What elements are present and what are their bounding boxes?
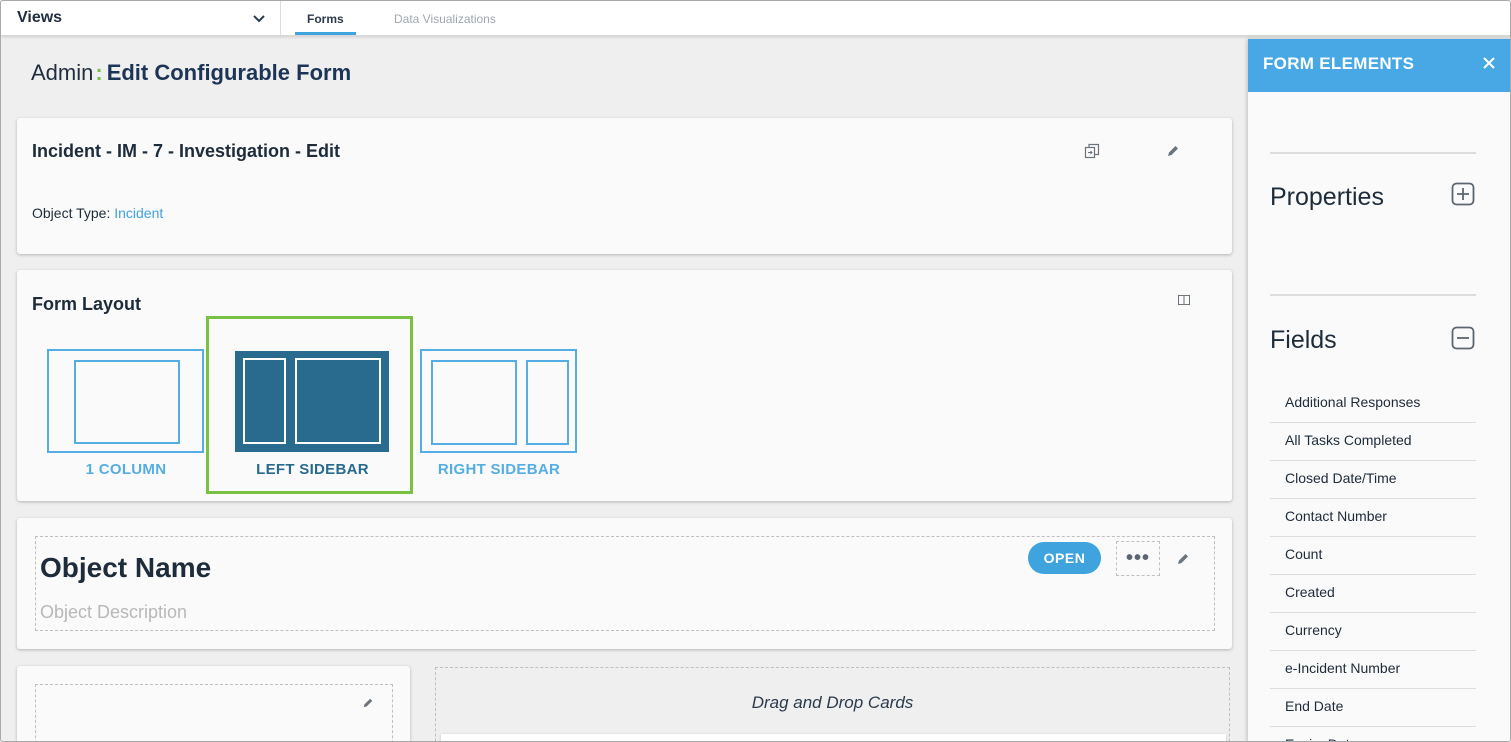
sidebar-box xyxy=(243,358,286,444)
form-info-card: Incident - IM - 7 - Investigation - Edit… xyxy=(17,118,1232,254)
layout-option-left-sidebar[interactable]: LEFT SIDEBAR xyxy=(235,351,390,491)
tab-data-visualizations[interactable]: Data Visualizations xyxy=(394,12,496,26)
divider xyxy=(1270,294,1476,296)
sidebar-card xyxy=(17,666,410,741)
main-column-box xyxy=(431,360,517,445)
layout-icon[interactable] xyxy=(1178,294,1190,306)
breadcrumb-admin[interactable]: Admin xyxy=(31,60,93,85)
views-dropdown[interactable]: Views xyxy=(1,1,281,36)
field-item[interactable]: Currency xyxy=(1270,613,1476,651)
field-list: Additional Responses All Tasks Completed… xyxy=(1270,385,1476,741)
views-label: Views xyxy=(17,9,63,26)
field-item[interactable]: Count xyxy=(1270,537,1476,575)
field-item[interactable]: Additional Responses xyxy=(1270,385,1476,423)
top-bar: Views Forms Data Visualizations xyxy=(1,1,1510,36)
object-type: Object Type: Incident xyxy=(32,205,163,221)
object-type-link[interactable]: Incident xyxy=(114,205,163,221)
field-item[interactable]: Contact Number xyxy=(1270,499,1476,537)
sidebar-drop-container xyxy=(35,684,393,741)
object-header-container: Object Name Object Description OPEN ••• xyxy=(35,536,1215,631)
page-heading: Edit Configurable Form xyxy=(106,60,352,85)
layout-option-right-sidebar[interactable]: RIGHT SIDEBAR xyxy=(420,349,578,489)
panel-title: FORM ELEMENTS xyxy=(1263,54,1415,73)
object-header-card: Object Name Object Description OPEN ••• xyxy=(17,518,1232,649)
more-options-button[interactable]: ••• xyxy=(1116,541,1160,576)
field-item[interactable]: Closed Date/Time xyxy=(1270,461,1476,499)
page-title: Admin: Edit Configurable Form xyxy=(31,60,351,86)
breadcrumb-separator: : xyxy=(95,60,103,85)
more-icon: ••• xyxy=(1125,547,1150,569)
main-column-box xyxy=(295,358,381,444)
field-item[interactable]: All Tasks Completed xyxy=(1270,423,1476,461)
layout-option-label: RIGHT SIDEBAR xyxy=(437,461,561,478)
expand-plus-icon[interactable] xyxy=(1451,182,1475,206)
active-tab-indicator xyxy=(295,32,356,35)
object-description: Object Description xyxy=(40,602,188,622)
fields-section-title[interactable]: Fields xyxy=(1270,326,1337,355)
panel-header: FORM ELEMENTS xyxy=(1248,39,1510,92)
collapse-minus-icon[interactable] xyxy=(1451,326,1475,350)
app-window: Views Forms Data Visualizations Admin: Ed… xyxy=(0,0,1511,742)
dropped-card[interactable] xyxy=(441,734,1226,741)
tab-forms[interactable]: Forms xyxy=(307,12,344,26)
edit-pencil-icon[interactable] xyxy=(1176,552,1190,566)
object-type-label: Object Type: xyxy=(32,205,111,221)
copy-icon[interactable] xyxy=(1084,143,1100,159)
close-icon[interactable] xyxy=(1481,55,1497,71)
layout-1-column-preview xyxy=(47,349,204,453)
form-elements-panel: FORM ELEMENTS Properties Fields Addition… xyxy=(1248,39,1510,741)
form-layout-title: Form Layout xyxy=(32,294,142,314)
edit-pencil-icon[interactable] xyxy=(362,697,374,709)
drop-zone-label: Drag and Drop Cards xyxy=(751,693,914,712)
column-box xyxy=(74,360,180,444)
layout-left-sidebar-preview xyxy=(235,351,389,452)
field-item[interactable]: Created xyxy=(1270,575,1476,613)
edit-pencil-icon[interactable] xyxy=(1166,144,1180,158)
chevron-down-icon xyxy=(253,15,265,23)
open-status-button[interactable]: OPEN xyxy=(1028,542,1101,574)
layout-option-1-column[interactable]: 1 COLUMN xyxy=(47,349,205,489)
layout-option-label: LEFT SIDEBAR xyxy=(256,461,369,478)
sidebar-box xyxy=(526,360,569,445)
layout-right-sidebar-preview xyxy=(420,349,577,453)
object-name: Object Name xyxy=(40,552,212,583)
field-item[interactable]: Expiry Date xyxy=(1270,727,1476,741)
properties-section-title[interactable]: Properties xyxy=(1270,183,1384,212)
divider xyxy=(1270,152,1476,154)
form-title: Incident - IM - 7 - Investigation - Edit xyxy=(32,141,341,161)
field-item[interactable]: e-Incident Number xyxy=(1270,651,1476,689)
field-item[interactable]: End Date xyxy=(1270,689,1476,727)
layout-option-label: 1 COLUMN xyxy=(85,461,167,478)
drag-and-drop-zone[interactable]: Drag and Drop Cards xyxy=(435,667,1230,741)
